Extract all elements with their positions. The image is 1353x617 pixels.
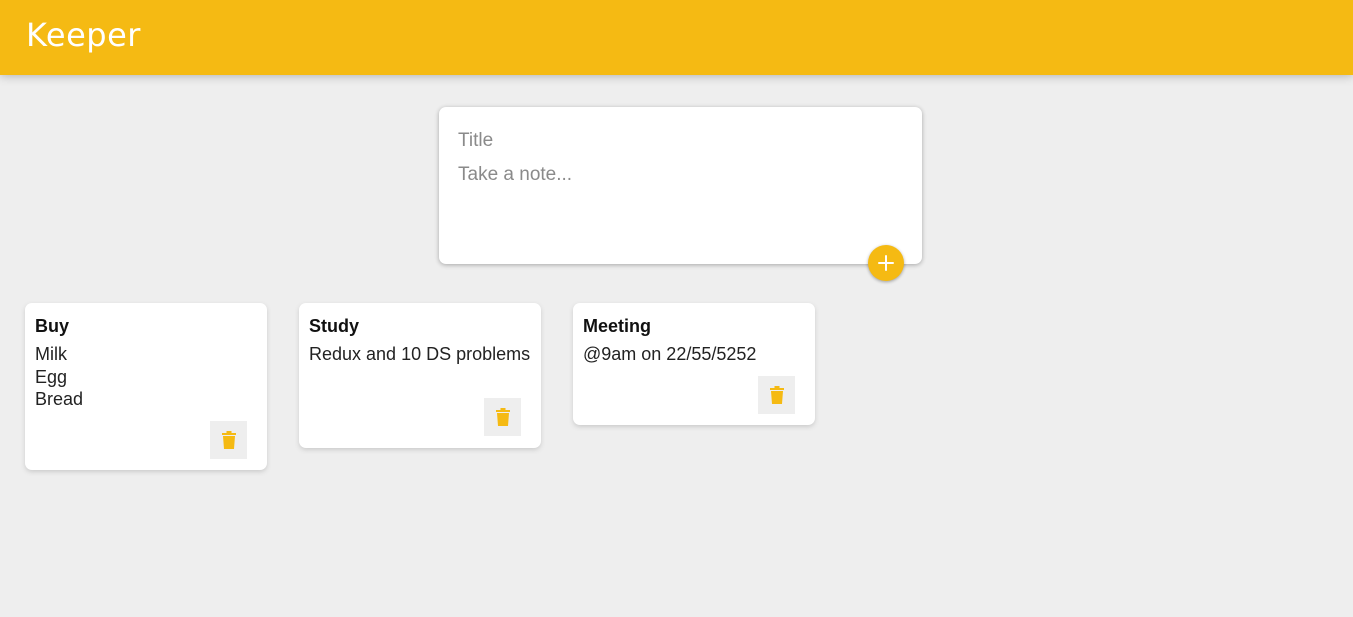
- note-content: @9am on 22/55/5252: [583, 344, 757, 364]
- create-note-form: [439, 107, 922, 264]
- note-content: Redux and 10 DS problems: [309, 344, 531, 364]
- trash-icon: [221, 431, 236, 449]
- note-card: Meeting @9am on 22/55/5252: [573, 303, 815, 425]
- delete-note-button[interactable]: [210, 421, 247, 459]
- plus-icon: [878, 255, 894, 271]
- note-content: Milk Egg Bread: [35, 344, 84, 409]
- delete-note-button[interactable]: [758, 376, 795, 414]
- note-card: Study Redux and 10 DS problems: [299, 303, 541, 448]
- delete-note-button[interactable]: [484, 398, 521, 436]
- app-title: Keeper: [26, 16, 141, 54]
- note-title: Buy: [35, 316, 70, 336]
- note-title-input[interactable]: [458, 129, 898, 153]
- note-title: Meeting: [583, 316, 652, 336]
- app-header: Keeper: [0, 0, 1353, 75]
- trash-icon: [495, 408, 510, 426]
- note-content-input[interactable]: [458, 164, 898, 244]
- note-card: Buy Milk Egg Bread: [25, 303, 267, 470]
- note-title: Study: [309, 316, 360, 336]
- add-note-button[interactable]: [868, 245, 904, 281]
- trash-icon: [769, 386, 784, 404]
